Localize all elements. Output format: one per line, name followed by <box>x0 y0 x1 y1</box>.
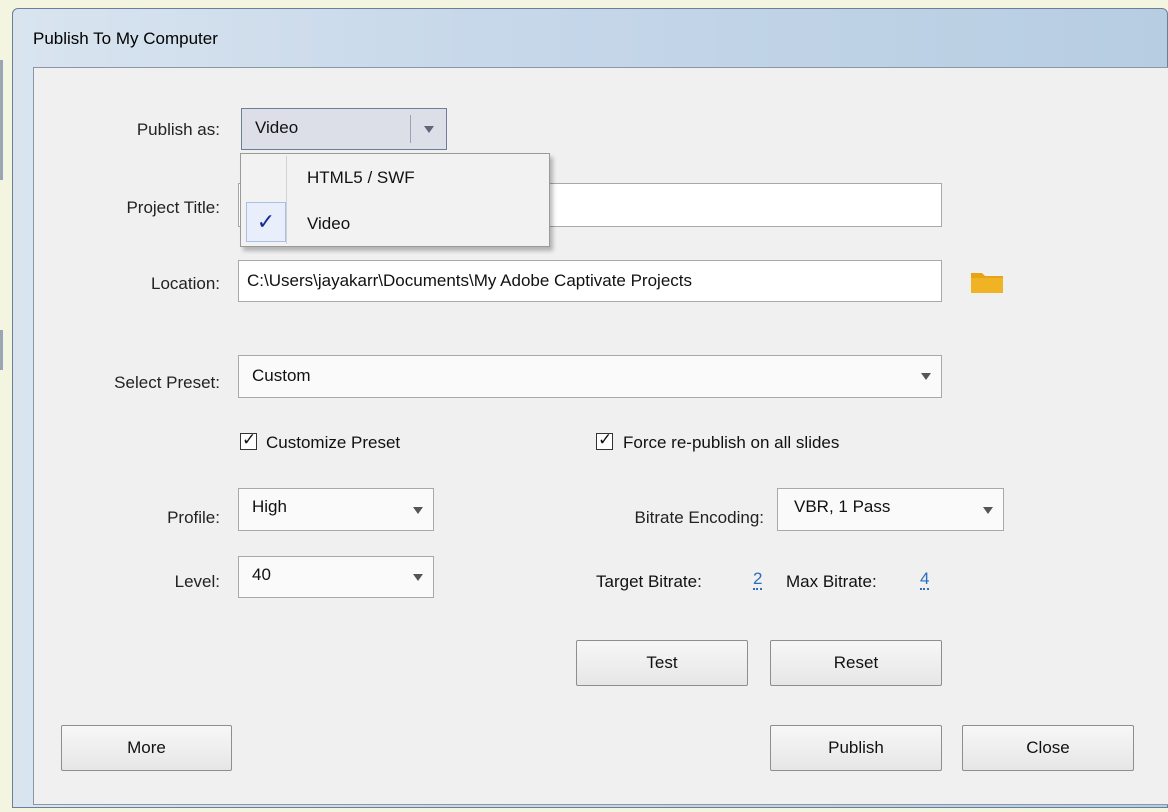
target-bitrate-value[interactable]: 2 <box>753 570 763 590</box>
menu-item-html5-swf[interactable]: HTML5 / SWF <box>307 168 415 188</box>
force-republish-checkbox[interactable]: ✓ <box>596 431 613 450</box>
chevron-down-icon <box>424 126 434 133</box>
publish-as-menu: HTML5 / SWF ✓ Video <box>240 153 550 247</box>
target-bitrate-label: Target Bitrate: <box>596 572 702 591</box>
project-title-label: Project Title: <box>126 198 220 217</box>
profile-value: High <box>252 497 287 516</box>
close-button[interactable]: Close <box>962 725 1134 771</box>
force-republish-label: Force re-publish on all slides <box>623 433 840 452</box>
publish-as-dropdown[interactable]: Video <box>241 108 447 150</box>
chevron-down-icon <box>413 507 423 514</box>
chevron-down-icon <box>413 574 423 581</box>
background-edge <box>0 60 3 370</box>
bitrate-encoding-dropdown[interactable]: VBR, 1 Pass <box>777 488 1004 531</box>
folder-icon[interactable] <box>970 270 1004 294</box>
dialog-title: Publish To My Computer <box>33 29 218 48</box>
level-label: Level: <box>174 572 220 591</box>
max-bitrate-value[interactable]: 4 <box>920 570 930 590</box>
chevron-down-icon <box>983 507 993 514</box>
level-dropdown[interactable]: 40 <box>238 556 434 598</box>
location-label: Location: <box>151 274 220 293</box>
test-button[interactable]: Test <box>576 640 748 686</box>
bitrate-encoding-value: VBR, 1 Pass <box>794 497 891 516</box>
publish-button[interactable]: Publish <box>770 725 942 771</box>
chevron-down-icon <box>921 373 931 380</box>
reset-button[interactable]: Reset <box>770 640 942 686</box>
max-bitrate-label: Max Bitrate: <box>786 572 877 591</box>
select-preset-label: Select Preset: <box>114 373 220 392</box>
dropdown-divider <box>410 115 411 143</box>
location-input[interactable]: C:\Users\jayakarr\Documents\My Adobe Cap… <box>238 260 942 302</box>
profile-dropdown[interactable]: High <box>238 488 434 531</box>
menu-item-video[interactable]: Video <box>307 214 350 234</box>
select-preset-dropdown[interactable]: Custom <box>238 355 942 398</box>
customize-preset-checkbox[interactable]: ✓ <box>240 431 257 450</box>
checkmark-icon: ✓ <box>246 202 286 242</box>
bitrate-encoding-label: Bitrate Encoding: <box>634 508 764 527</box>
select-preset-value: Custom <box>252 366 311 385</box>
profile-label: Profile: <box>167 508 220 527</box>
level-value: 40 <box>252 565 271 584</box>
menu-gutter <box>286 156 287 244</box>
publish-as-label: Publish as: <box>136 120 220 139</box>
publish-as-value: Video <box>255 118 299 137</box>
customize-preset-label: Customize Preset <box>266 433 401 452</box>
location-value: C:\Users\jayakarr\Documents\My Adobe Cap… <box>247 271 693 290</box>
more-button[interactable]: More <box>61 725 232 771</box>
